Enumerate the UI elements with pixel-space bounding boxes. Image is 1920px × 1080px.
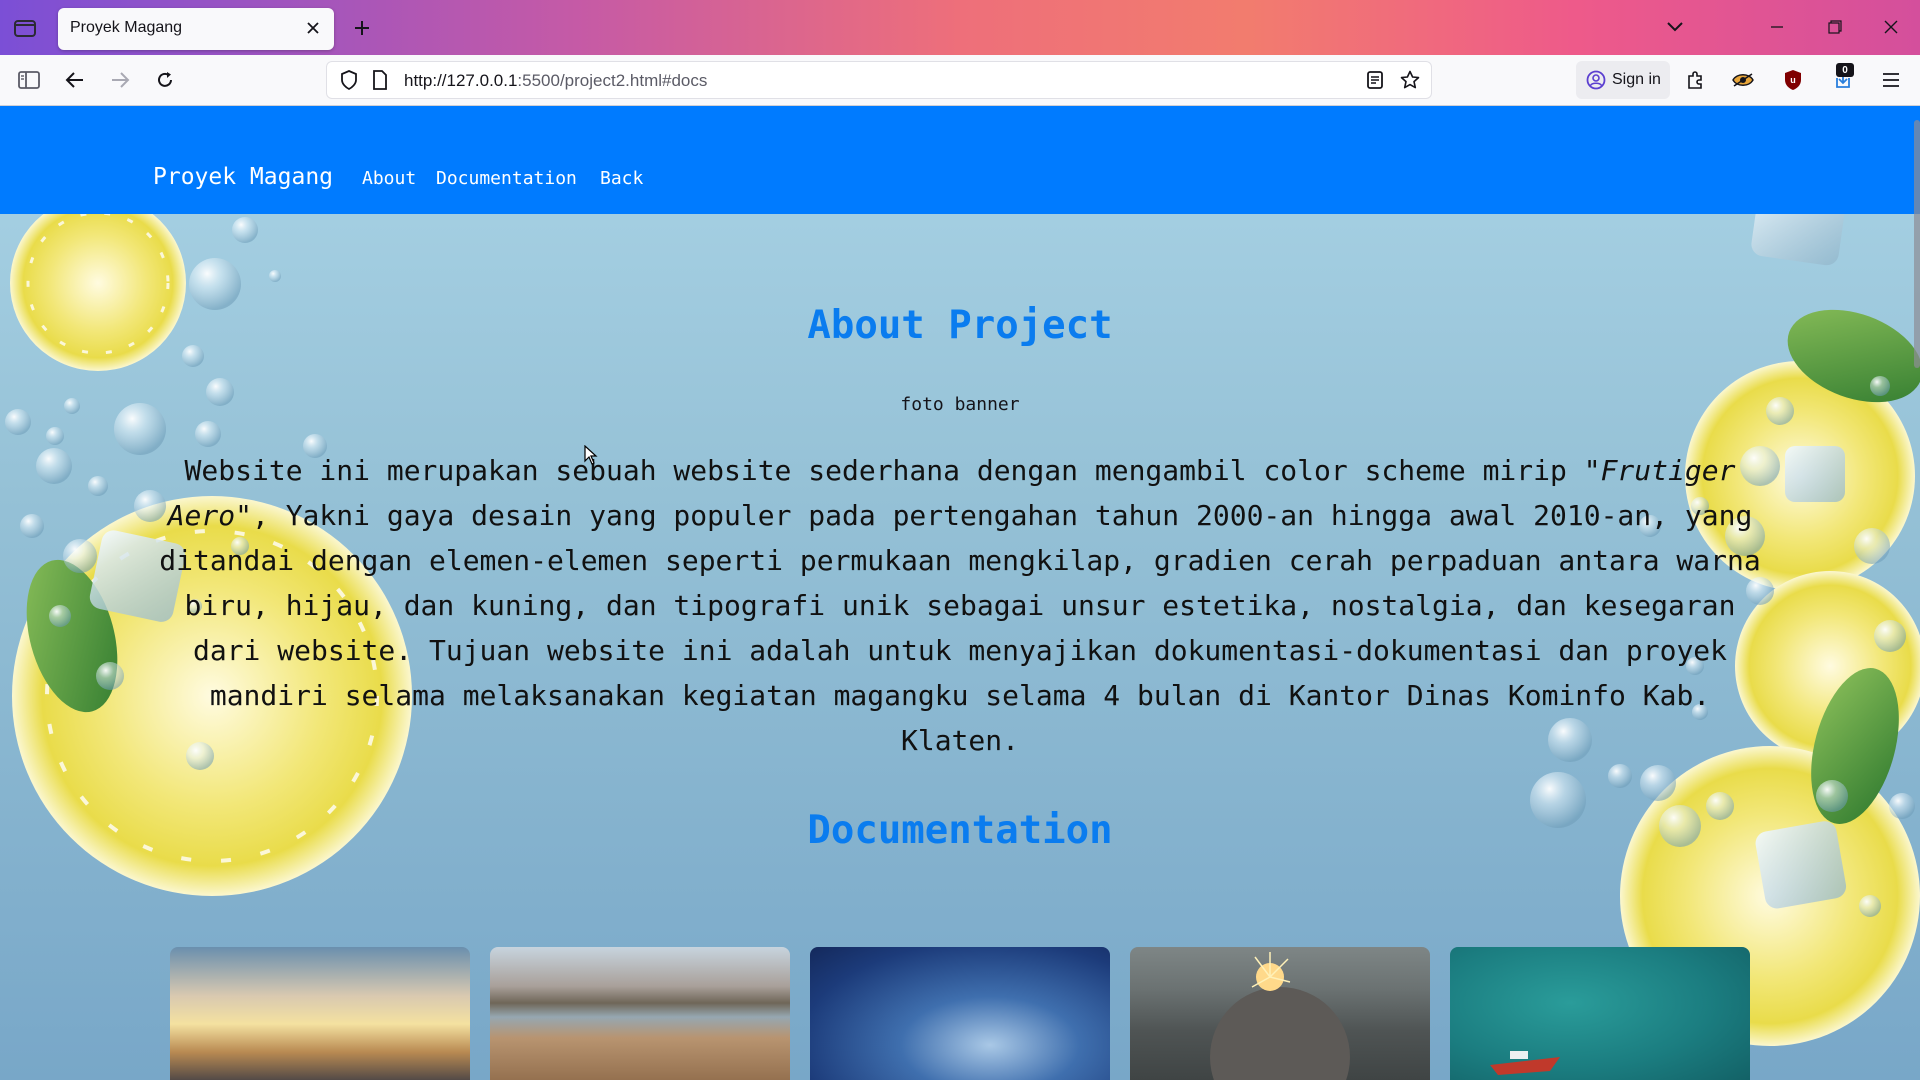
about-heading: About Project — [807, 303, 1113, 348]
close-tab-icon[interactable] — [302, 17, 324, 39]
tracking-protection-shield-icon[interactable] — [340, 70, 358, 94]
app-menu-icon[interactable] — [1876, 65, 1906, 95]
about-paragraph: Website ini merupakan sebuah website sed… — [150, 448, 1770, 763]
gallery-photo-boat-sea[interactable] — [1450, 947, 1750, 1080]
gallery-photo-sparkler[interactable] — [1130, 947, 1430, 1080]
ublock-shield-icon[interactable]: u — [1778, 65, 1808, 95]
extensions-puzzle-icon[interactable] — [1680, 65, 1710, 95]
brand-link[interactable]: Proyek Magang — [153, 164, 333, 190]
sign-in-label: Sign in — [1612, 71, 1661, 88]
gallery-photo-city-sunset[interactable] — [170, 947, 470, 1080]
forward-icon[interactable] — [105, 65, 135, 95]
reader-view-icon[interactable] — [1366, 70, 1384, 94]
address-bar[interactable]: http://127.0.0.1:5500/project2.html#docs — [326, 61, 1432, 99]
nav-link-documentation[interactable]: Documentation — [436, 168, 577, 189]
reload-icon[interactable] — [150, 65, 180, 95]
url-text[interactable]: http://127.0.0.1:5500/project2.html#docs — [404, 71, 707, 91]
site-navbar: Proyek Magang About Documentation Back — [0, 106, 1920, 214]
browser-tab-active[interactable]: Proyek Magang — [58, 8, 334, 50]
nav-link-about[interactable]: About — [362, 168, 416, 189]
bookmark-star-icon[interactable] — [1400, 70, 1420, 94]
nav-link-back[interactable]: Back — [600, 168, 643, 189]
list-all-tabs-icon[interactable] — [1660, 14, 1690, 40]
gallery-photo-lake-hills[interactable] — [490, 947, 790, 1080]
sidebar-icon[interactable] — [14, 65, 44, 95]
svg-text:u: u — [1790, 75, 1796, 85]
documentation-heading: Documentation — [807, 808, 1113, 853]
browser-toolbar: http://127.0.0.1:5500/project2.html#docs… — [0, 55, 1920, 106]
page-info-icon[interactable] — [372, 70, 388, 94]
account-icon — [1586, 70, 1606, 90]
close-window-icon[interactable] — [1876, 14, 1906, 40]
extension-eye-icon[interactable] — [1728, 65, 1758, 95]
banner-image-alt: foto banner — [900, 394, 1020, 415]
tab-title: Proyek Magang — [70, 19, 183, 36]
gallery-photo-night-sky[interactable] — [810, 947, 1110, 1080]
url-host: http://127.0.0.1 — [404, 71, 518, 90]
sign-in-button[interactable]: Sign in — [1576, 61, 1670, 99]
restore-icon[interactable] — [1820, 14, 1850, 40]
about-text-start: Website ini merupakan sebuah website sed… — [184, 454, 1584, 487]
new-tab-icon[interactable] — [350, 16, 374, 40]
boat-icon — [1490, 1051, 1560, 1075]
page-viewport: Proyek Magang About Documentation Back A… — [0, 106, 1920, 1080]
minimize-icon[interactable] — [1762, 14, 1792, 40]
back-icon[interactable] — [60, 65, 90, 95]
sparkler-figure-icon — [1210, 952, 1350, 1080]
about-text-end: , Yakni gaya desain yang populer pada pe… — [159, 499, 1761, 757]
extension-badge: 0 — [1836, 63, 1854, 77]
mouse-cursor-icon — [584, 444, 598, 469]
documentation-gallery — [170, 947, 1750, 1080]
url-path: :5500/project2.html#docs — [517, 71, 708, 90]
firefox-view-icon[interactable] — [12, 16, 38, 40]
tab-strip: Proyek Magang — [0, 0, 1920, 55]
